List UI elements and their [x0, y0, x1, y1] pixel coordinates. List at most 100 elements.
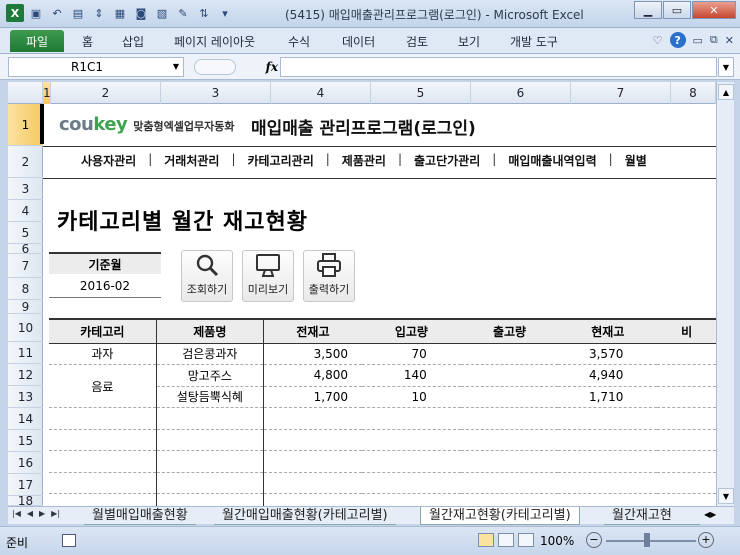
cell-empty[interactable]: [361, 450, 461, 473]
doc-restore-icon[interactable]: ⧉: [710, 33, 718, 47]
row-header[interactable]: 16: [8, 452, 43, 474]
last-sheet-icon[interactable]: ▶|: [51, 509, 60, 518]
cell-empty[interactable]: [49, 407, 157, 430]
cell-empty[interactable]: [558, 493, 658, 506]
cell-category[interactable]: 음료: [49, 364, 157, 408]
cell-empty[interactable]: [49, 493, 157, 506]
menu-transaction-entry[interactable]: 매입매출내역입력: [496, 152, 608, 169]
select-all-corner[interactable]: [8, 82, 43, 104]
cell-empty[interactable]: [657, 493, 716, 506]
hscroll-left-icon[interactable]: ◀▶: [704, 510, 716, 519]
zoom-out-icon[interactable]: −: [586, 532, 602, 548]
undo-icon[interactable]: ↶: [48, 4, 66, 22]
cell-empty[interactable]: [558, 407, 658, 430]
zoom-slider-handle[interactable]: [644, 533, 650, 547]
first-sheet-icon[interactable]: |◀: [12, 509, 21, 518]
zoom-in-icon[interactable]: +: [698, 532, 714, 548]
formula-expand-icon[interactable]: ▼: [718, 57, 734, 77]
cell-empty[interactable]: [460, 429, 559, 451]
cell-empty[interactable]: [657, 429, 716, 451]
cell-empty[interactable]: [657, 407, 716, 430]
sheet-tab[interactable]: 월간매입매출현황(카테고리별): [214, 507, 396, 525]
image-icon[interactable]: ▧: [153, 4, 171, 22]
doc-minimize-icon[interactable]: ▭: [693, 34, 703, 47]
cell-empty[interactable]: [263, 450, 362, 473]
tab-file[interactable]: 파일: [10, 30, 64, 52]
tab-view[interactable]: 보기: [458, 33, 480, 50]
scroll-down-icon[interactable]: ▼: [718, 488, 734, 504]
menu-user-management[interactable]: 사용자관리: [69, 152, 148, 169]
cell-category[interactable]: 과자: [49, 343, 157, 365]
close-icon[interactable]: ✕: [692, 1, 736, 19]
sheet-tab[interactable]: 월간재고현: [604, 507, 700, 525]
scroll-up-icon[interactable]: ▲: [718, 84, 734, 100]
row-header[interactable]: 11: [8, 342, 43, 364]
row-header[interactable]: 8: [8, 278, 43, 300]
page-break-view-icon[interactable]: [518, 533, 534, 547]
row-header[interactable]: 13: [8, 386, 43, 408]
preview-button[interactable]: 미리보기: [242, 250, 294, 302]
doc-close-icon[interactable]: ✕: [725, 34, 734, 47]
cell-empty[interactable]: [156, 472, 264, 494]
save-icon[interactable]: ▣: [27, 4, 45, 22]
cell-current-stock[interactable]: 4,940: [558, 364, 658, 387]
row-header[interactable]: 1: [8, 104, 43, 146]
row-header[interactable]: 7: [8, 254, 43, 278]
tab-home[interactable]: 홈: [82, 33, 93, 50]
cell-inbound[interactable]: 10: [361, 386, 461, 408]
row-header[interactable]: 14: [8, 408, 43, 430]
cell-inbound[interactable]: 140: [361, 364, 461, 387]
cell-empty[interactable]: [361, 407, 461, 430]
cell-empty[interactable]: [49, 450, 157, 473]
column-header[interactable]: 7: [571, 82, 671, 104]
cell-product[interactable]: 망고주스: [156, 364, 264, 387]
cell-current-stock[interactable]: 3,570: [558, 343, 658, 365]
cell-empty[interactable]: [361, 429, 461, 451]
cell-empty[interactable]: [263, 429, 362, 451]
camera-icon[interactable]: ◙: [132, 4, 150, 22]
cell-empty[interactable]: [49, 472, 157, 494]
cell-prev-stock[interactable]: 1,700: [263, 386, 362, 408]
ribbon-collapse-icon[interactable]: ♡: [653, 34, 663, 47]
column-header[interactable]: 3: [161, 82, 271, 104]
zoom-slider[interactable]: [606, 540, 696, 542]
tab-page-layout[interactable]: 페이지 레이아웃: [174, 33, 255, 50]
column-header[interactable]: 6: [471, 82, 571, 104]
normal-view-icon[interactable]: [478, 533, 494, 547]
row-header[interactable]: 18: [8, 494, 43, 506]
excel-icon[interactable]: X: [6, 4, 24, 22]
minimize-icon[interactable]: ▁: [634, 1, 662, 19]
cell-empty[interactable]: [156, 407, 264, 430]
cell-empty[interactable]: [263, 493, 362, 506]
cell-empty[interactable]: [460, 450, 559, 473]
cell-empty[interactable]: [460, 493, 559, 506]
tab-formulas[interactable]: 수식: [288, 33, 310, 50]
edit-icon[interactable]: ✎: [174, 4, 192, 22]
print-button[interactable]: 출력하기: [303, 250, 355, 302]
tab-insert[interactable]: 삽입: [122, 33, 144, 50]
cell-empty[interactable]: [156, 493, 264, 506]
maximize-icon[interactable]: ▭: [663, 1, 691, 19]
cell-prev-stock[interactable]: 3,500: [263, 343, 362, 365]
cell-outbound[interactable]: [460, 386, 559, 408]
row-header[interactable]: 10: [8, 314, 43, 342]
cell-prev-stock[interactable]: 4,800: [263, 364, 362, 387]
vertical-scrollbar[interactable]: ▲ ▼: [716, 82, 734, 506]
cell-product[interactable]: 설탕듬뿍식혜: [156, 386, 264, 408]
sheet-tab[interactable]: 월별매입매출현황: [84, 507, 196, 525]
tab-developer[interactable]: 개발 도구: [510, 33, 558, 50]
cell-empty[interactable]: [657, 472, 716, 494]
menu-product-management[interactable]: 제품관리: [330, 152, 398, 169]
macro-record-icon[interactable]: [62, 534, 76, 547]
column-header[interactable]: 4: [271, 82, 371, 104]
cell-empty[interactable]: [657, 450, 716, 473]
column-header[interactable]: 5: [371, 82, 471, 104]
cell-empty[interactable]: [361, 472, 461, 494]
menu-category-management[interactable]: 카테고리관리: [236, 152, 326, 169]
cell-inbound[interactable]: 70: [361, 343, 461, 365]
cell-empty[interactable]: [558, 429, 658, 451]
cell-empty[interactable]: [49, 429, 157, 451]
next-sheet-icon[interactable]: ▶: [39, 509, 45, 518]
menu-monthly[interactable]: 월별: [613, 152, 659, 169]
cell-empty[interactable]: [156, 450, 264, 473]
